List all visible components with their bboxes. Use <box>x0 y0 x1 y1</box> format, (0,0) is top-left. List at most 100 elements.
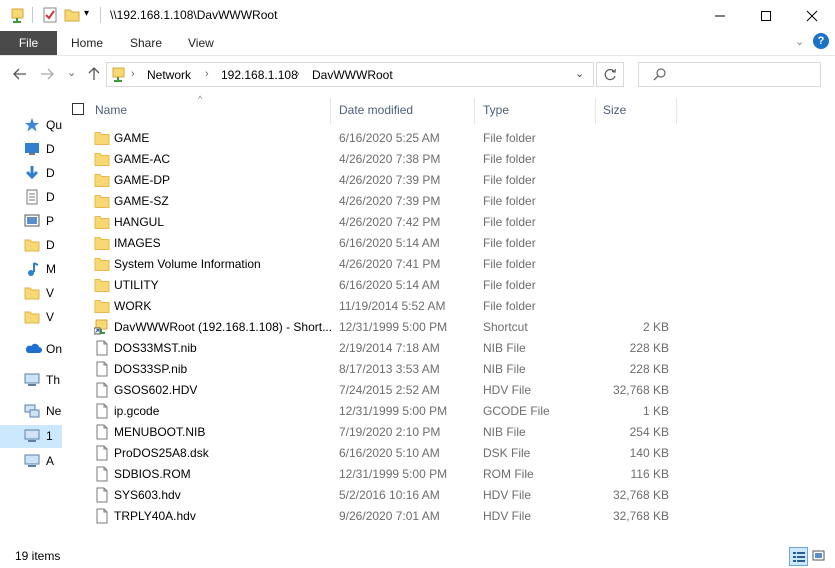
nav-folder[interactable]: V <box>0 306 62 329</box>
folder-icon <box>94 256 110 272</box>
file-row[interactable]: UTILITY 6/16/2020 5:14 AM File folder <box>62 275 835 296</box>
nav-this-pc[interactable]: Th <box>0 369 62 392</box>
file-row[interactable]: System Volume Information 4/26/2020 7:41 … <box>62 254 835 275</box>
computer-icon <box>24 373 40 386</box>
file-type: File folder <box>483 236 536 250</box>
file-icon <box>94 340 110 356</box>
file-type: ROM File <box>483 467 534 481</box>
column-divider[interactable] <box>676 98 677 124</box>
file-date: 11/19/2014 5:52 AM <box>339 299 446 313</box>
computer-icon <box>24 429 40 442</box>
file-row[interactable]: HANGUL 4/26/2020 7:42 PM File folder <box>62 212 835 233</box>
file-size: 32,768 KB <box>612 383 669 397</box>
file-icon <box>94 361 110 377</box>
file-row[interactable]: ProDOS25A8.dsk 6/16/2020 5:10 AM DSK File 1… <box>62 443 835 464</box>
file-icon <box>94 508 110 524</box>
folder-icon <box>94 151 110 167</box>
file-date: 6/16/2020 5:25 AM <box>339 131 440 145</box>
file-row[interactable]: DOS33MST.nib 2/19/2014 7:18 AM NIB File 228… <box>62 338 835 359</box>
breadcrumb-share[interactable]: DavWWWRoot <box>312 68 393 82</box>
chevron-right-icon[interactable]: › <box>131 68 135 80</box>
chevron-right-icon[interactable]: › <box>296 68 300 80</box>
file-row[interactable]: GSOS602.HDV 7/24/2015 2:52 AM HDV File 32,7… <box>62 380 835 401</box>
minimize-button[interactable] <box>697 0 743 31</box>
nav-music[interactable]: M <box>0 258 62 281</box>
file-row[interactable]: DavWWWRoot (192.168.1.108) - Short... 12/… <box>62 317 835 338</box>
forward-button[interactable] <box>40 67 54 84</box>
file-name: GAME <box>114 131 150 145</box>
address-dropdown-icon[interactable]: ⌄ <box>575 67 584 80</box>
help-icon[interactable]: ? <box>813 33 829 49</box>
back-button[interactable] <box>13 67 27 84</box>
select-all-checkbox[interactable] <box>72 103 84 115</box>
close-icon <box>806 10 818 21</box>
nav-folder[interactable]: D <box>0 234 62 257</box>
nav-network[interactable]: Ne <box>0 400 62 423</box>
file-row[interactable]: IMAGES 6/16/2020 5:14 AM File folder <box>62 233 835 254</box>
large-icons-view-icon <box>812 550 825 561</box>
maximize-button[interactable] <box>743 0 789 31</box>
column-divider[interactable] <box>330 98 331 124</box>
separator <box>32 7 33 23</box>
properties-icon[interactable] <box>42 7 58 23</box>
column-name[interactable]: Name <box>95 103 127 117</box>
file-row[interactable]: MENUBOOT.NIB 7/19/2020 2:10 PM NIB File 254… <box>62 422 835 443</box>
column-type[interactable]: Type <box>483 103 509 117</box>
file-type: GCODE File <box>483 404 550 418</box>
nav-label: D <box>46 142 55 156</box>
nav-onedrive[interactable]: On <box>0 338 62 361</box>
file-row[interactable]: DOS33SP.nib 8/17/2013 3:53 AM NIB File 228 … <box>62 359 835 380</box>
search-box[interactable] <box>638 62 821 87</box>
nav-desktop[interactable]: D <box>0 138 62 161</box>
tab-view[interactable]: View <box>188 36 214 50</box>
nav-pictures[interactable]: P <box>0 210 62 233</box>
tab-home[interactable]: Home <box>71 36 103 50</box>
chevron-right-icon[interactable]: › <box>205 68 209 80</box>
column-divider[interactable] <box>474 98 475 124</box>
folder-icon <box>94 172 110 188</box>
nav-folder[interactable]: V <box>0 282 62 305</box>
close-button[interactable] <box>789 0 835 31</box>
file-row[interactable]: GAME-SZ 4/26/2020 7:39 PM File folder <box>62 191 835 212</box>
up-button[interactable] <box>87 67 101 84</box>
column-date[interactable]: Date modified <box>339 103 413 117</box>
file-row[interactable]: SDBIOS.ROM 12/31/1999 5:00 PM ROM File 116 … <box>62 464 835 485</box>
item-count: 19 items <box>15 549 61 563</box>
large-icons-view-button[interactable] <box>810 547 829 566</box>
recent-locations-icon[interactable]: ⌄ <box>67 66 76 79</box>
file-row[interactable]: SYS603.hdv 5/2/2016 10:16 AM HDV File 32,76… <box>62 485 835 506</box>
navigation-pane: Qu D D D P D M V V On Th Ne 1 A <box>0 94 62 534</box>
details-view-button[interactable] <box>789 547 808 566</box>
file-date: 4/26/2020 7:41 PM <box>339 257 441 271</box>
column-header: ^ Name Date modified Type Size <box>62 94 835 124</box>
breadcrumb-host[interactable]: 192.168.1.108 <box>221 68 298 82</box>
customize-toolbar-icon[interactable]: ▾ <box>84 8 100 24</box>
tab-file[interactable]: File <box>0 31 57 55</box>
nav-documents[interactable]: D <box>0 186 62 209</box>
nav-host-selected[interactable]: 1 <box>0 425 62 448</box>
nav-downloads[interactable]: D <box>0 162 62 185</box>
file-row[interactable]: ip.gcode 12/31/1999 5:00 PM GCODE File 1 KB <box>62 401 835 422</box>
file-type: File folder <box>483 215 536 229</box>
nav-quick-access[interactable]: Qu <box>0 114 62 137</box>
file-row[interactable]: TRPLY40A.hdv 9/26/2020 7:01 AM HDV File 32,… <box>62 506 835 527</box>
file-row[interactable]: WORK 11/19/2014 5:52 AM File folder <box>62 296 835 317</box>
nav-host[interactable]: A <box>0 450 62 473</box>
sort-ascending-icon: ^ <box>198 94 203 104</box>
tab-share[interactable]: Share <box>130 36 162 50</box>
file-date: 7/19/2020 2:10 PM <box>339 425 441 439</box>
file-row[interactable]: GAME-AC 4/26/2020 7:38 PM File folder <box>62 149 835 170</box>
file-row[interactable]: GAME 6/16/2020 5:25 AM File folder <box>62 128 835 149</box>
file-date: 7/24/2015 2:52 AM <box>339 383 440 397</box>
expand-ribbon-icon[interactable]: ⌄ <box>795 35 804 48</box>
column-size[interactable]: Size <box>603 103 626 117</box>
column-divider[interactable] <box>595 98 596 124</box>
file-row[interactable]: GAME-DP 4/26/2020 7:39 PM File folder <box>62 170 835 191</box>
new-folder-icon[interactable] <box>64 7 80 23</box>
refresh-button[interactable] <box>596 62 624 87</box>
file-date: 12/31/1999 5:00 PM <box>339 404 448 418</box>
file-type: File folder <box>483 131 536 145</box>
address-bar[interactable]: › Network › 192.168.1.108 › DavWWWRoot ⌄ <box>106 62 594 87</box>
status-bar: 19 items <box>0 544 835 568</box>
breadcrumb-network[interactable]: Network <box>147 68 191 82</box>
